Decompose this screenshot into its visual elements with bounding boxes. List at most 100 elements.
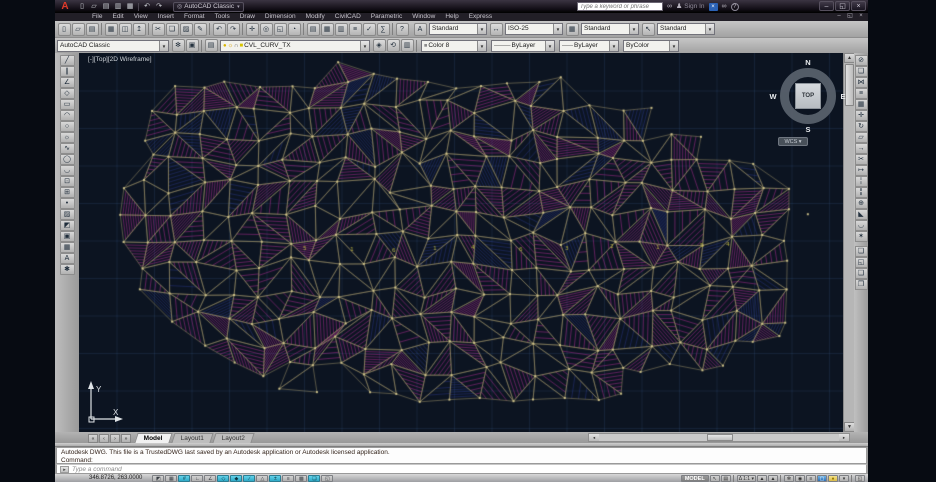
help-icon-button[interactable]: ? bbox=[396, 23, 409, 36]
infer-constraints-toggle[interactable]: ◩ bbox=[152, 475, 164, 482]
autocad-logo-icon[interactable]: A bbox=[58, 1, 72, 12]
polar-tracking-toggle[interactable]: ∠ bbox=[204, 475, 216, 482]
lineweight-dropdown-arrow[interactable]: ▼ bbox=[609, 41, 618, 51]
circle-icon-button[interactable]: ○ bbox=[60, 121, 75, 132]
make-current-icon-button[interactable]: ◈ bbox=[373, 39, 386, 52]
multileader-style-combo[interactable]: Standard▼ bbox=[657, 23, 715, 35]
linetype-dropdown-arrow[interactable]: ▼ bbox=[545, 41, 554, 51]
qnew-icon-button[interactable]: ▯ bbox=[58, 23, 71, 36]
compass-top-face[interactable]: TOP bbox=[795, 83, 821, 109]
close-button[interactable]: × bbox=[851, 1, 866, 11]
construction-line-icon-button[interactable]: ∥ bbox=[60, 66, 75, 77]
doc-close-button[interactable]: × bbox=[856, 13, 866, 20]
wcs-dropdown[interactable]: WCS ▾ bbox=[778, 137, 808, 146]
menu-insert[interactable]: Insert bbox=[153, 13, 179, 21]
ortho-mode-toggle[interactable]: ∟ bbox=[191, 475, 203, 482]
redo-icon-button[interactable]: ↷ bbox=[227, 23, 240, 36]
gradient-icon-button[interactable]: ◩ bbox=[60, 220, 75, 231]
layer-combo[interactable]: ●☼∩■ CVL_CURV_TX ▼ bbox=[220, 40, 370, 52]
text-style-combo[interactable]: Standard▼ bbox=[429, 23, 487, 35]
tab-layout2[interactable]: Layout2 bbox=[212, 433, 254, 443]
next-tab-button[interactable]: › bbox=[110, 434, 120, 443]
minimize-button[interactable]: – bbox=[819, 1, 834, 11]
help-search-input[interactable] bbox=[577, 2, 663, 11]
last-tab-button[interactable]: » bbox=[121, 434, 131, 443]
publish-icon-button[interactable]: ↥ bbox=[133, 23, 146, 36]
menu-parametric[interactable]: Parametric bbox=[366, 13, 407, 21]
selection-cycling-toggle[interactable]: ◱ bbox=[321, 475, 333, 482]
paste-icon-button[interactable]: ▨ bbox=[180, 23, 193, 36]
status-menu-arrow[interactable]: ▾ bbox=[839, 475, 849, 482]
zoom-previous-icon-button[interactable]: ◔ bbox=[288, 23, 301, 36]
plot-preview-icon-button[interactable]: ◫ bbox=[119, 23, 132, 36]
undo-icon-button[interactable]: ↶ bbox=[213, 23, 226, 36]
menu-window[interactable]: Window bbox=[407, 13, 440, 21]
open-icon[interactable]: ▱ bbox=[88, 2, 100, 12]
zoom-window-icon-button[interactable]: ◱ bbox=[274, 23, 287, 36]
zoom-realtime-icon-button[interactable]: ◎ bbox=[260, 23, 273, 36]
array-icon-button[interactable]: ▦ bbox=[855, 99, 868, 110]
add-points-icon-button[interactable]: ✱ bbox=[60, 264, 75, 275]
model-space-button[interactable]: MODEL bbox=[681, 475, 709, 482]
doc-restore-button[interactable]: ◱ bbox=[845, 13, 855, 20]
horizontal-scrollbar[interactable]: ◂ ▸ bbox=[588, 433, 850, 442]
new-icon[interactable]: ▯ bbox=[76, 2, 88, 12]
send-under-icon-button[interactable]: ❒ bbox=[855, 279, 868, 290]
menu-draw[interactable]: Draw bbox=[235, 13, 260, 21]
spline-icon-button[interactable]: ∿ bbox=[60, 143, 75, 154]
send-to-back-icon-button[interactable]: ◱ bbox=[855, 257, 868, 268]
viewport-controls-label[interactable]: [-][Top][2D Wireframe] bbox=[88, 56, 152, 63]
prev-tab-button[interactable]: ‹ bbox=[99, 434, 109, 443]
layer-on-bulb-icon[interactable]: ● bbox=[223, 41, 227, 51]
isolate-objects-button[interactable]: ● bbox=[828, 475, 838, 482]
match-properties-icon-button[interactable]: ✎ bbox=[194, 23, 207, 36]
quick-view-drawings-button[interactable]: ▤ bbox=[721, 475, 731, 482]
dynamic-ucs-toggle[interactable]: △ bbox=[256, 475, 268, 482]
polygon-icon-button[interactable]: ◇ bbox=[60, 88, 75, 99]
autoscale-button[interactable]: ▲ bbox=[768, 475, 778, 482]
menu-express[interactable]: Express bbox=[464, 13, 497, 21]
save-icon[interactable]: ▤ bbox=[100, 2, 112, 12]
menu-edit[interactable]: Edit bbox=[107, 13, 128, 21]
horizontal-scroll-thumb[interactable] bbox=[707, 434, 733, 441]
compass-east[interactable]: E bbox=[838, 92, 848, 101]
search-binoculars-icon[interactable]: ∞ bbox=[667, 2, 672, 12]
mtext-icon-button[interactable]: A bbox=[60, 253, 75, 264]
layer-states-icon-button[interactable]: ▥ bbox=[401, 39, 414, 52]
arc-icon-button[interactable]: ◠ bbox=[60, 110, 75, 121]
menu-view[interactable]: View bbox=[129, 13, 153, 21]
workspaces-combo[interactable]: AutoCAD Classic ▼ bbox=[57, 40, 169, 52]
move-icon-button[interactable]: ✛ bbox=[855, 110, 868, 121]
menu-dimension[interactable]: Dimension bbox=[260, 13, 301, 21]
grid-display-toggle[interactable]: # bbox=[178, 475, 190, 482]
tab-layout1[interactable]: Layout1 bbox=[171, 433, 213, 443]
menu-format[interactable]: Format bbox=[179, 13, 210, 21]
redo-icon[interactable]: ↷ bbox=[153, 2, 165, 12]
annotation-scale-button[interactable]: Δ 1:1 ▾ bbox=[737, 475, 756, 482]
help-icon[interactable]: ? bbox=[731, 3, 739, 11]
mirror-icon-button[interactable]: ⋈ bbox=[855, 77, 868, 88]
pan-icon-button[interactable]: ✛ bbox=[246, 23, 259, 36]
bring-above-icon-button[interactable]: ❑ bbox=[855, 268, 868, 279]
ellipse-arc-icon-button[interactable]: ◡ bbox=[60, 165, 75, 176]
layer-previous-icon-button[interactable]: ⟲ bbox=[387, 39, 400, 52]
toolbar-lock-button[interactable]: ◉ bbox=[795, 475, 805, 482]
region-icon-button[interactable]: ▣ bbox=[60, 231, 75, 242]
vertical-scrollbar[interactable]: ▲ ▼ bbox=[843, 53, 854, 432]
menu-tools[interactable]: Tools bbox=[210, 13, 235, 21]
extend-icon-button[interactable]: ↦ bbox=[855, 165, 868, 176]
annotation-visibility-button[interactable]: ▲ bbox=[757, 475, 767, 482]
layer-dropdown-arrow[interactable]: ▼ bbox=[360, 41, 369, 51]
plot-icon[interactable]: ▦ bbox=[124, 2, 136, 12]
lineweight-combo[interactable]: ——ByLayer▼ bbox=[559, 40, 619, 52]
scale-icon-button[interactable]: ▱ bbox=[855, 132, 868, 143]
break-at-point-icon-button[interactable]: ╎ bbox=[855, 176, 868, 187]
save-as-icon[interactable]: ▥ bbox=[112, 2, 124, 12]
view-compass[interactable]: N S W E TOP bbox=[772, 60, 844, 132]
layer-properties-manager-icon-button[interactable]: ▤ bbox=[205, 39, 218, 52]
polyline-icon-button[interactable]: ∠ bbox=[60, 77, 75, 88]
sign-in-label[interactable]: Sign In bbox=[684, 3, 704, 10]
compass-south[interactable]: S bbox=[803, 125, 813, 134]
sheet-set-manager-icon-button[interactable]: ≡ bbox=[349, 23, 362, 36]
linetype-combo[interactable]: ———ByLayer▼ bbox=[491, 40, 555, 52]
